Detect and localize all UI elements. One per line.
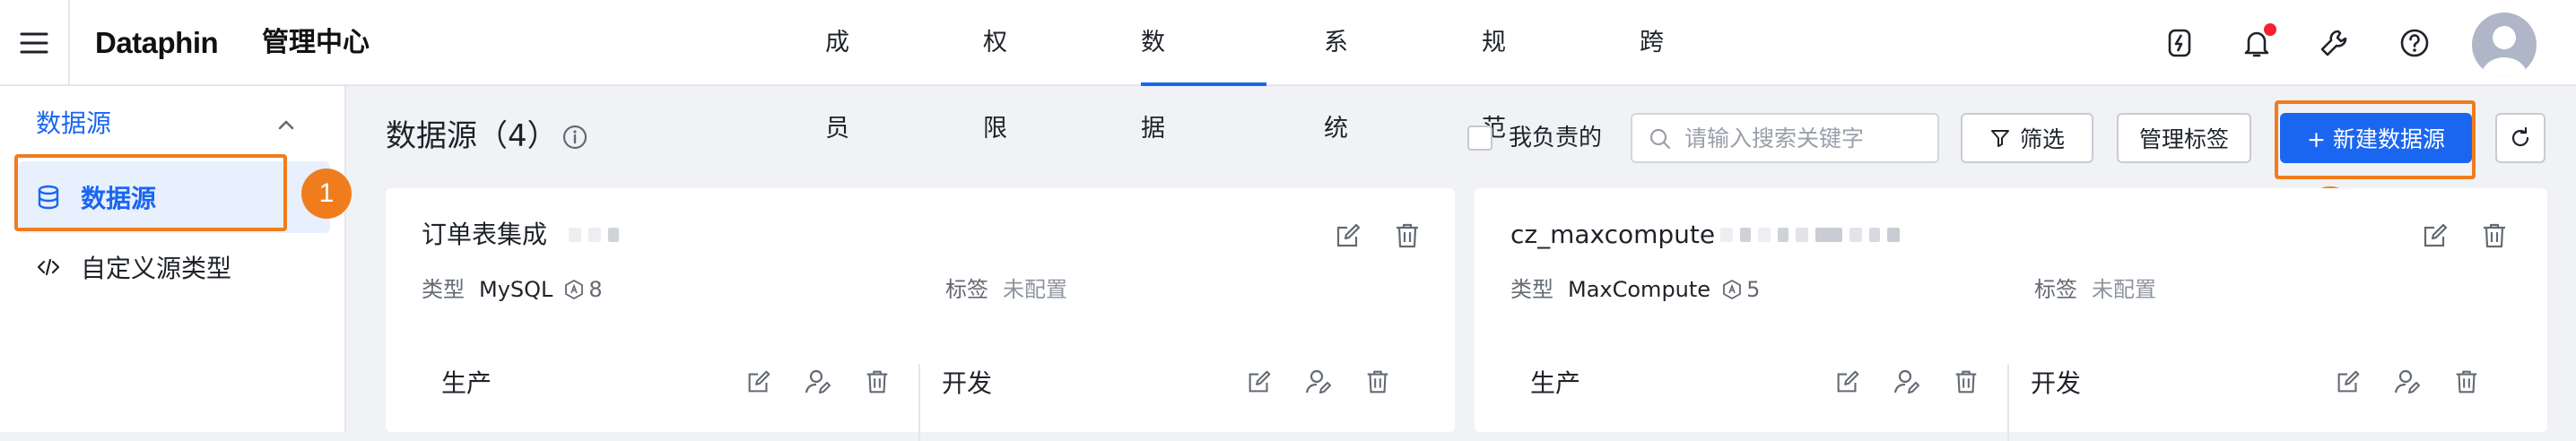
env-dev-label: 开发 <box>942 368 993 398</box>
nav-members[interactable]: 成员管理 <box>825 0 849 315</box>
sidebar-group-title[interactable]: 数据源 <box>36 106 111 142</box>
menu-icon[interactable] <box>18 27 50 59</box>
card-title[interactable]: cz_maxcompute <box>1510 217 1715 253</box>
highlight-box <box>14 154 287 231</box>
type-label: 类型 <box>1510 277 1553 302</box>
flash-icon[interactable] <box>2162 25 2197 61</box>
logo[interactable]: Dataphin <box>95 25 219 61</box>
delete-icon[interactable] <box>2479 220 2510 251</box>
tag-value: 未配置 <box>1003 277 1067 302</box>
notification-dot <box>2264 23 2276 36</box>
type-value: MaxCompute <box>1568 277 1711 302</box>
tag-label: 标签 <box>2034 277 2077 302</box>
filter-label: 筛选 <box>2019 126 2065 152</box>
card-type-row: 类型 MySQL 8 <box>422 274 603 305</box>
divider <box>918 364 920 441</box>
count-value: 8 <box>588 277 603 302</box>
nav-permissions[interactable]: 权限管理 <box>983 0 1007 315</box>
edit-icon[interactable] <box>2334 368 2363 396</box>
delete-icon[interactable] <box>1363 368 1392 396</box>
delete-icon[interactable] <box>2452 368 2481 396</box>
logo-text: Dataphin <box>95 26 219 59</box>
type-label: 类型 <box>422 277 465 302</box>
masked-text <box>1720 228 1900 242</box>
type-value: MySQL <box>479 277 553 302</box>
datasource-card[interactable]: cz_maxcompute 类型 MaxCompute 5 标签 未配置 生产 … <box>1475 188 2547 441</box>
refresh-icon <box>2511 126 2529 147</box>
env-prod-label: 生产 <box>441 368 492 398</box>
tag-label: 标签 <box>945 277 988 302</box>
masked-text <box>569 228 619 242</box>
page-title: 数据源（4） <box>386 118 558 154</box>
nav-datasource[interactable]: 数据源管理 <box>1141 0 1165 401</box>
refresh-button[interactable] <box>2495 113 2546 163</box>
card-title[interactable]: 订单表集成 <box>422 217 547 253</box>
hexagon-icon <box>563 279 585 300</box>
env-prod-label: 生产 <box>1530 368 1581 398</box>
search-input[interactable] <box>1684 124 1927 152</box>
filter-icon <box>1990 130 2009 147</box>
edit-icon[interactable] <box>1833 368 1862 396</box>
sidebar-item-label: 自定义源类型 <box>81 254 232 283</box>
edit-icon[interactable] <box>744 368 773 396</box>
delete-icon[interactable] <box>863 368 892 396</box>
divider <box>68 0 70 86</box>
env-dev-label: 开发 <box>2031 368 2082 398</box>
divider <box>2007 364 2009 441</box>
help-icon[interactable] <box>2397 25 2432 61</box>
card-tag-row: 标签 未配置 <box>2034 274 2156 305</box>
user-edit-icon[interactable] <box>804 368 832 396</box>
top-bar: Dataphin 管理中心 成员管理 权限管理 数据源管理 系统设置 规范设置 … <box>0 0 2576 401</box>
manage-tags-button[interactable]: 管理标签 <box>2117 113 2251 163</box>
manage-tags-label: 管理标签 <box>2138 126 2229 152</box>
chevron-up-icon[interactable] <box>273 111 300 138</box>
nav-active-indicator <box>1141 82 1266 86</box>
card-tag-row: 标签 未配置 <box>945 274 1067 305</box>
edit-icon[interactable] <box>2420 220 2450 251</box>
edit-icon[interactable] <box>1245 368 1274 396</box>
info-icon[interactable] <box>561 124 588 151</box>
mine-checkbox[interactable] <box>1467 125 1493 151</box>
card-type-row: 类型 MaxCompute 5 <box>1510 274 1760 305</box>
search-icon <box>1649 128 1671 150</box>
filter-button[interactable]: 筛选 <box>1961 113 2093 163</box>
step-badge-1: 1 <box>301 169 352 219</box>
count-value: 5 <box>1746 277 1761 302</box>
edit-icon[interactable] <box>1333 220 1363 251</box>
hexagon-icon <box>1721 279 1743 300</box>
nav-cross-tenant[interactable]: 跨租户发布 <box>1640 0 1664 401</box>
app-title: 管理中心 <box>262 27 370 58</box>
nav-standard-settings[interactable]: 规范设置 <box>1482 0 1506 315</box>
tag-value: 未配置 <box>2092 277 2156 302</box>
sidebar: 数据源 数据源 自定义源类型 <box>0 86 346 432</box>
code-icon <box>36 255 61 280</box>
search-box <box>1631 113 1939 163</box>
highlight-box <box>2275 100 2476 179</box>
delete-icon[interactable] <box>1392 220 1423 251</box>
avatar[interactable] <box>2472 13 2537 77</box>
delete-icon[interactable] <box>1952 368 1980 396</box>
user-edit-icon[interactable] <box>1893 368 1921 396</box>
user-edit-icon[interactable] <box>1304 368 1333 396</box>
nav-system-settings[interactable]: 系统设置 <box>1324 0 1348 315</box>
datasource-card[interactable]: 订单表集成 类型 MySQL 8 标签 未配置 生产 开发 <box>386 188 1455 441</box>
wrench-icon[interactable] <box>2316 25 2352 61</box>
mine-checkbox-label[interactable]: 我负责的 <box>1509 120 1602 156</box>
sidebar-item-custom-source-type[interactable]: 自定义源类型 <box>18 231 330 303</box>
user-edit-icon[interactable] <box>2393 368 2422 396</box>
